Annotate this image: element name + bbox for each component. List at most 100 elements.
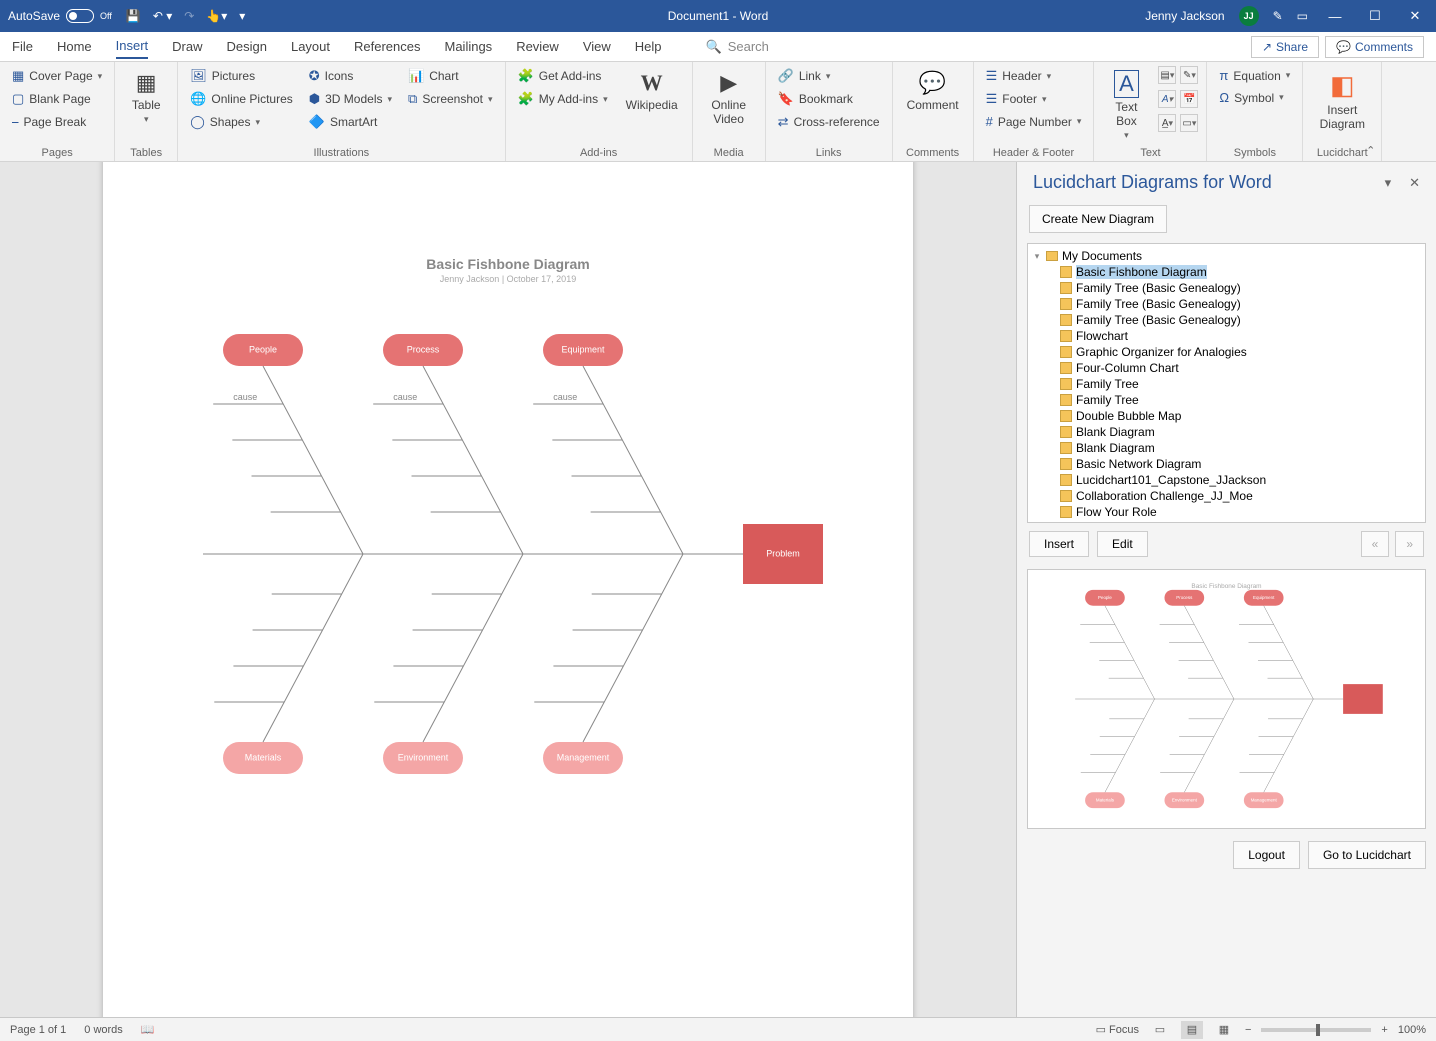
footer-button[interactable]: ☰Footer — [982, 89, 1086, 109]
tree-item[interactable]: Flow Your Role — [1028, 504, 1425, 520]
collapse-ribbon-icon[interactable]: ⌃ — [1366, 144, 1375, 157]
tab-insert[interactable]: Insert — [116, 34, 149, 59]
equation-button[interactable]: πEquation — [1215, 66, 1294, 85]
icons-button[interactable]: ✪Icons — [305, 66, 396, 86]
page-break-button[interactable]: ⎯Page Break — [8, 112, 106, 132]
ribbon-display-icon[interactable]: ▭ — [1297, 9, 1308, 23]
link-button[interactable]: 🔗Link — [774, 66, 884, 86]
tree-item[interactable]: Family Tree (Basic Genealogy) — [1028, 296, 1425, 312]
tree-root[interactable]: ▾ My Documents — [1028, 248, 1425, 264]
tab-home[interactable]: Home — [57, 35, 92, 58]
wordart-button[interactable]: A — [1158, 90, 1176, 108]
text-box-button[interactable]: AText Box — [1102, 66, 1150, 145]
save-icon[interactable]: 💾 — [126, 9, 141, 23]
tree-item[interactable]: Four-Column Chart — [1028, 360, 1425, 376]
comments-button[interactable]: 💬 Comments — [1325, 36, 1424, 58]
online-pictures-button[interactable]: 🌐Online Pictures — [186, 89, 297, 109]
tab-review[interactable]: Review — [516, 35, 559, 58]
signature-line-button[interactable]: ✎ — [1180, 66, 1198, 84]
page-indicator[interactable]: Page 1 of 1 — [10, 1024, 66, 1036]
object-button[interactable]: ▭ — [1180, 114, 1198, 132]
coming-soon-icon[interactable]: ✎ — [1273, 9, 1283, 23]
tree-item[interactable]: Collaboration Challenge_JJ_Moe — [1028, 488, 1425, 504]
word-count[interactable]: 0 words — [84, 1024, 123, 1036]
read-mode-icon[interactable]: ▭ — [1149, 1021, 1171, 1039]
document-canvas[interactable]: Basic Fishbone Diagram Jenny Jackson | O… — [0, 162, 1016, 1017]
drop-cap-button[interactable]: A̲ — [1158, 114, 1176, 132]
3d-models-button[interactable]: ⬢3D Models — [305, 89, 396, 109]
crossref-button[interactable]: ⇄Cross-reference — [774, 112, 884, 132]
tab-file[interactable]: File — [12, 35, 33, 58]
goto-lucidchart-button[interactable]: Go to Lucidchart — [1308, 841, 1426, 869]
tab-help[interactable]: Help — [635, 35, 662, 58]
bookmark-button[interactable]: 🔖Bookmark — [774, 89, 884, 109]
collapse-icon[interactable]: ▾ — [1032, 251, 1042, 262]
tree-item[interactable]: Double Bubble Map — [1028, 408, 1425, 424]
tree-item[interactable]: Basic Fishbone Diagram — [1028, 264, 1425, 280]
tab-layout[interactable]: Layout — [291, 35, 330, 58]
redo-icon[interactable]: ↷ — [184, 9, 194, 23]
zoom-slider[interactable] — [1261, 1028, 1371, 1032]
autosave-toggle[interactable]: AutoSave Off — [8, 9, 112, 23]
symbol-button[interactable]: ΩSymbol — [1215, 88, 1294, 107]
web-layout-icon[interactable]: ▦ — [1213, 1021, 1235, 1039]
tab-references[interactable]: References — [354, 35, 420, 58]
user-avatar[interactable]: JJ — [1239, 6, 1259, 26]
quick-parts-button[interactable]: ▤ — [1158, 66, 1176, 84]
close-button[interactable]: ✕ — [1402, 8, 1428, 24]
screenshot-button[interactable]: ⧉Screenshot — [404, 89, 497, 109]
tab-mailings[interactable]: Mailings — [445, 35, 493, 58]
tree-item[interactable]: Lucidchart101_Capstone_JJackson — [1028, 472, 1425, 488]
insert-diagram-button[interactable]: ◧Insert Diagram — [1311, 66, 1373, 135]
touch-mode-icon[interactable]: 👆▾ — [206, 9, 227, 23]
user-name[interactable]: Jenny Jackson — [1145, 9, 1224, 23]
spellcheck-icon[interactable]: 📖 — [141, 1023, 155, 1036]
search-box[interactable]: 🔍 Search — [706, 39, 769, 55]
pictures-button[interactable]: 🖼Pictures — [186, 66, 297, 86]
shapes-button[interactable]: ◯Shapes — [186, 112, 297, 132]
header-button[interactable]: ☰Header — [982, 66, 1086, 86]
zoom-out-icon[interactable]: − — [1245, 1024, 1251, 1036]
focus-mode-button[interactable]: ▭ Focus — [1096, 1023, 1139, 1036]
share-button[interactable]: ↗ Share — [1251, 36, 1319, 58]
tree-item[interactable]: Family Tree (Basic Genealogy) — [1028, 280, 1425, 296]
tree-item[interactable]: Blank Diagram — [1028, 424, 1425, 440]
tree-item[interactable]: Flowchart — [1028, 328, 1425, 344]
create-diagram-button[interactable]: Create New Diagram — [1029, 205, 1167, 233]
smartart-button[interactable]: 🔷SmartArt — [305, 112, 396, 132]
online-video-button[interactable]: ▶Online Video — [701, 66, 757, 130]
minimize-button[interactable]: — — [1322, 9, 1348, 24]
tree-item[interactable]: Family Tree (Basic Genealogy) — [1028, 312, 1425, 328]
tree-item[interactable]: Blank Diagram — [1028, 440, 1425, 456]
cover-page-button[interactable]: ▦Cover Page — [8, 66, 106, 86]
blank-page-button[interactable]: ▢Blank Page — [8, 89, 106, 109]
undo-icon[interactable]: ↶ ▾ — [153, 9, 172, 23]
tree-item[interactable]: Basic Network Diagram — [1028, 456, 1425, 472]
panel-edit-button[interactable]: Edit — [1097, 531, 1148, 557]
print-layout-icon[interactable]: ▤ — [1181, 1021, 1203, 1039]
tree-item[interactable]: Graphic Organizer for Analogies — [1028, 344, 1425, 360]
tree-item[interactable]: Family Tree — [1028, 376, 1425, 392]
zoom-in-icon[interactable]: + — [1381, 1024, 1387, 1036]
panel-close-icon[interactable]: ✕ — [1409, 175, 1420, 191]
my-addins-button[interactable]: 🧩My Add-ins — [514, 89, 612, 109]
date-time-button[interactable]: 📅 — [1180, 90, 1198, 108]
document-tree[interactable]: ▾ My Documents Basic Fishbone DiagramFam… — [1027, 243, 1426, 523]
tab-view[interactable]: View — [583, 35, 611, 58]
chart-button[interactable]: 📊Chart — [404, 66, 497, 86]
panel-menu-icon[interactable]: ▾ — [1385, 175, 1392, 191]
wikipedia-button[interactable]: WWikipedia — [620, 66, 684, 116]
get-addins-button[interactable]: 🧩Get Add-ins — [514, 66, 612, 86]
page-number-button[interactable]: #Page Number — [982, 112, 1086, 131]
panel-prev-button[interactable]: « — [1361, 531, 1390, 557]
table-button[interactable]: ▦Table — [123, 66, 169, 129]
logout-button[interactable]: Logout — [1233, 841, 1300, 869]
zoom-level[interactable]: 100% — [1398, 1024, 1426, 1036]
tab-draw[interactable]: Draw — [172, 35, 202, 58]
tab-design[interactable]: Design — [227, 35, 267, 58]
maximize-button[interactable]: ☐ — [1362, 8, 1388, 24]
panel-insert-button[interactable]: Insert — [1029, 531, 1089, 557]
customize-qat-icon[interactable]: ▾ — [239, 9, 245, 23]
panel-next-button[interactable]: » — [1395, 531, 1424, 557]
tree-item[interactable]: Family Tree — [1028, 392, 1425, 408]
